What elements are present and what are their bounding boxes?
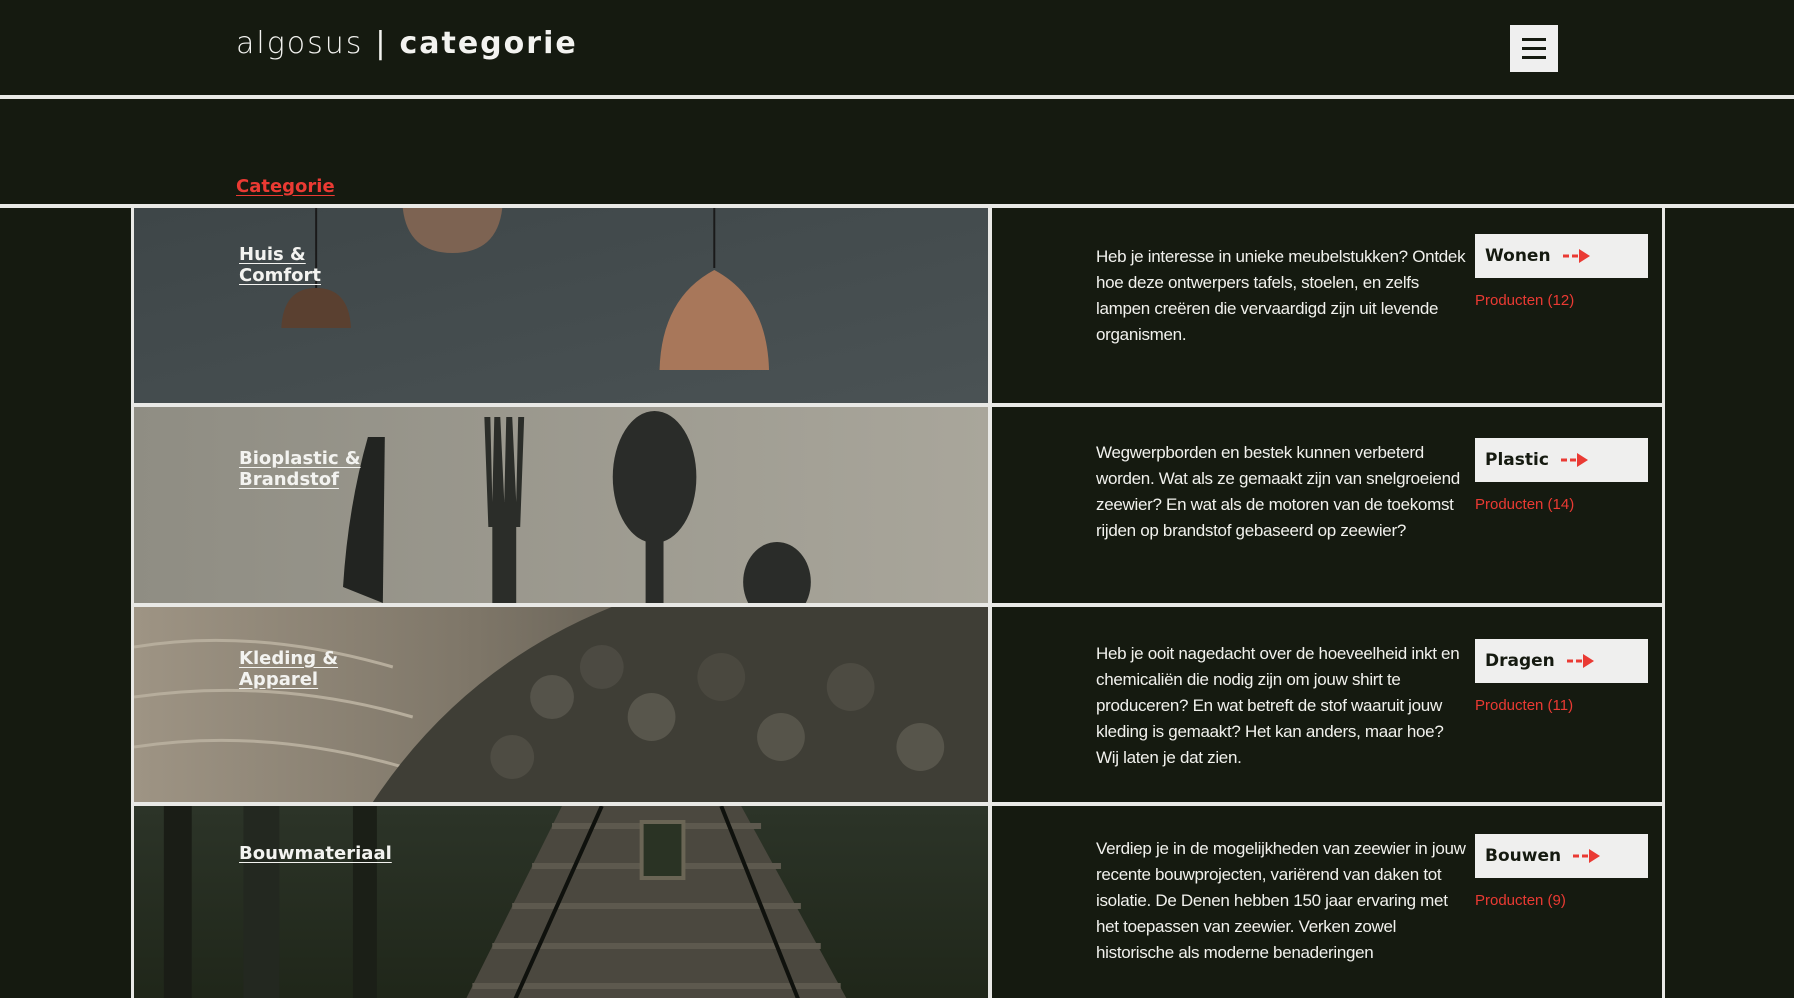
category-title[interactable]: Huis & Comfort	[239, 244, 321, 286]
wonen-button[interactable]: Wonen	[1475, 234, 1648, 278]
button-label: Dragen	[1485, 651, 1555, 671]
category-body: Heb je interesse in unieke meubelstukken…	[992, 208, 1662, 403]
category-description: Heb je ooit nagedacht over de hoeveelhei…	[1096, 644, 1460, 767]
button-label: Wonen	[1485, 246, 1551, 266]
brand-name: algosus	[236, 26, 364, 61]
arrow-right-icon	[1573, 849, 1601, 863]
section-heading-bar: Categorie	[0, 103, 1794, 208]
categorie-link[interactable]: Categorie	[236, 176, 335, 197]
dragen-button[interactable]: Dragen	[1475, 639, 1648, 683]
plastic-button[interactable]: Plastic	[1475, 438, 1648, 482]
page: algosus | categorie Categorie Huis & Com…	[0, 0, 1794, 998]
category-title[interactable]: Bouwmateriaal	[239, 843, 392, 864]
menu-bar	[1522, 38, 1546, 41]
seaweed-house-photo: Bouwmateriaal	[134, 806, 992, 998]
product-count-link[interactable]: Producten (12)	[1475, 292, 1574, 309]
category-list: Huis & Comfort Heb je interesse in uniek…	[131, 208, 1665, 998]
category-body: Verdiep je in de mogelijkheden van zeewi…	[992, 806, 1662, 998]
category-title[interactable]: Bioplastic & Brandstof	[239, 448, 361, 490]
category-description: Verdiep je in de mogelijkheden van zeewi…	[1096, 839, 1466, 962]
arrow-right-icon	[1560, 453, 1588, 467]
product-count-link[interactable]: Producten (11)	[1475, 697, 1573, 714]
button-label: Bouwen	[1485, 846, 1562, 866]
brand-logo[interactable]: algosus | categorie	[236, 26, 578, 61]
product-count-link[interactable]: Producten (9)	[1475, 892, 1566, 909]
category-body: Wegwerpborden en bestek kunnen verbeterd…	[992, 407, 1662, 603]
arrow-right-icon	[1562, 249, 1590, 263]
bouwen-button[interactable]: Bouwen	[1475, 834, 1648, 878]
category-row: Huis & Comfort Heb je interesse in uniek…	[134, 208, 1662, 407]
product-count-link[interactable]: Producten (14)	[1475, 496, 1574, 513]
category-description: Wegwerpborden en bestek kunnen verbeterd…	[1096, 443, 1460, 540]
pendant-lamps-photo: Huis & Comfort	[134, 208, 992, 403]
hamburger-menu-icon[interactable]	[1510, 25, 1558, 72]
category-row: Bioplastic & Brandstof Wegwerpborden en …	[134, 407, 1662, 607]
button-label: Plastic	[1485, 450, 1549, 470]
category-row: Bouwmateriaal Verdiep je in de mogelijkh…	[134, 806, 1662, 998]
category-body: Heb je ooit nagedacht over de hoeveelhei…	[992, 607, 1662, 802]
menu-bar	[1522, 56, 1546, 59]
menu-bar	[1522, 47, 1546, 50]
category-title[interactable]: Kleding & Apparel	[239, 648, 338, 690]
site-header: algosus | categorie	[0, 0, 1794, 99]
category-row: Kleding & Apparel Heb je ooit nagedacht …	[134, 607, 1662, 806]
brand-page-name: categorie	[399, 26, 578, 61]
brand-separator: |	[375, 26, 388, 61]
textile-scales-photo: Kleding & Apparel	[134, 607, 992, 802]
cutlery-photo: Bioplastic & Brandstof	[134, 407, 992, 603]
arrow-right-icon	[1566, 654, 1594, 668]
category-description: Heb je interesse in unieke meubelstukken…	[1096, 247, 1466, 344]
